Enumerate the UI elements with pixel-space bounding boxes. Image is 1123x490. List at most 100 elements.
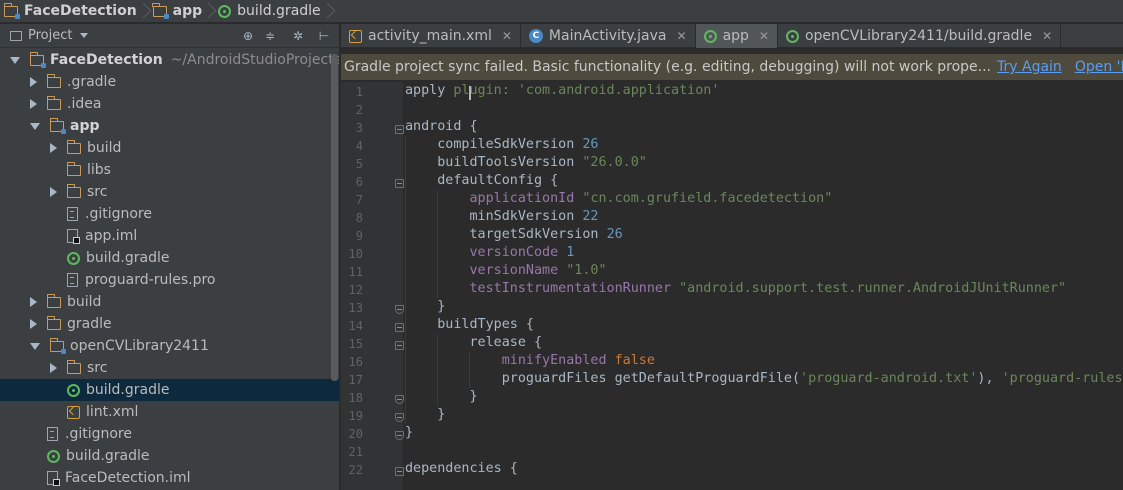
breadcrumb-file[interactable]: build.gradle	[214, 0, 325, 23]
vertical-scrollbar[interactable]	[331, 54, 338, 381]
chevron-right-icon[interactable]	[50, 363, 57, 373]
tree-item-proguard[interactable]: proguard-rules.pro	[0, 269, 339, 291]
tree-item-opencv-src[interactable]: src	[0, 357, 339, 379]
fold-toggle-icon[interactable]	[395, 467, 404, 476]
tab-opencv-build-gradle[interactable]: openCVLibrary2411/build.gradle ✕	[778, 24, 1062, 48]
tab-label: app	[722, 28, 749, 44]
chevron-down-icon[interactable]	[10, 56, 20, 64]
tab-mainactivity-java[interactable]: C MainActivity.java ✕	[521, 24, 696, 48]
tree-item-app-gitignore[interactable]: .gitignore	[0, 203, 339, 225]
open-messages-link[interactable]: Open 'Mes	[1075, 59, 1123, 75]
project-tree: FaceDetection ~/AndroidStudioProjects/F …	[0, 49, 339, 489]
editor-tabs: activity_main.xml ✕ C MainActivity.java …	[341, 24, 1123, 48]
target-icon[interactable]: ⊕	[242, 30, 254, 42]
close-icon[interactable]: ✕	[677, 29, 687, 43]
tree-item-build[interactable]: build	[0, 291, 339, 313]
line-number: 5	[355, 157, 363, 171]
fold-toggle-icon[interactable]	[395, 413, 404, 422]
fold-toggle-icon[interactable]	[395, 305, 404, 314]
close-icon[interactable]: ✕	[1042, 29, 1052, 43]
code-line: proguardFiles getDefaultProguardFile('pr…	[405, 370, 1123, 388]
tree-item-libs[interactable]: libs	[0, 159, 339, 181]
tree-item-opencv[interactable]: openCVLibrary2411	[0, 335, 339, 357]
tab-app[interactable]: app ✕	[695, 24, 778, 48]
breadcrumb-project[interactable]: FaceDetection	[0, 0, 141, 23]
tree-item-facedetection[interactable]: FaceDetection ~/AndroidStudioProjects/F	[0, 49, 339, 71]
code-line: release {	[405, 334, 1123, 352]
code-area[interactable]: apply plugin: 'com.android.application' …	[405, 82, 1123, 478]
fold-toggle-icon[interactable]	[395, 395, 404, 404]
chevron-down-icon[interactable]	[30, 122, 40, 130]
tab-label: openCVLibrary2411/build.gradle	[804, 28, 1033, 44]
code-line: targetSdkVersion 26	[405, 226, 1123, 244]
code-line: android {	[405, 119, 478, 134]
close-icon[interactable]: ✕	[502, 29, 512, 43]
chevron-down-icon[interactable]	[80, 33, 89, 38]
tree-item-gitignore[interactable]: .gitignore	[0, 423, 339, 445]
breadcrumb-module-label: app	[172, 3, 203, 19]
module-folder-icon	[152, 2, 169, 19]
breadcrumb-separator	[206, 0, 214, 23]
line-number: 12	[348, 283, 363, 297]
close-icon[interactable]: ✕	[759, 29, 769, 43]
fold-toggle-icon[interactable]	[395, 431, 404, 440]
tree-item-label: build.gradle	[86, 250, 170, 266]
line-number: 1	[355, 85, 363, 99]
tree-item-app-build-gradle[interactable]: build.gradle	[0, 247, 339, 269]
tree-item-label: app.iml	[85, 228, 138, 244]
text-file-icon	[67, 273, 78, 287]
tree-item-opencv-build-gradle[interactable]: build.gradle	[0, 379, 339, 401]
tree-item-gradle[interactable]: gradle	[0, 313, 339, 335]
editor-gutter: 1 2 3 4 5 6 7 8 9 10 11 12 13 14 15 16 1…	[341, 82, 404, 490]
tree-item-app-src[interactable]: src	[0, 181, 339, 203]
tree-item-facedetection-iml[interactable]: FaceDetection.iml	[0, 467, 339, 489]
gradle-icon	[67, 251, 80, 265]
tree-item-label: FaceDetection.iml	[65, 470, 191, 486]
hide-icon[interactable]: ⊢	[318, 30, 330, 42]
gear-icon[interactable]: ✲	[292, 30, 304, 42]
tab-activity-main-xml[interactable]: activity_main.xml ✕	[341, 24, 521, 48]
text-file-icon	[67, 207, 78, 221]
collapse-all-icon[interactable]: ≑	[264, 30, 276, 42]
tab-label: MainActivity.java	[548, 28, 667, 44]
tree-item-label: gradle	[67, 316, 112, 332]
project-view-selector[interactable]: Project	[28, 28, 72, 43]
code-editor[interactable]: 1 2 3 4 5 6 7 8 9 10 11 12 13 14 15 16 1…	[341, 82, 1123, 490]
folder-icon	[66, 183, 81, 198]
fold-toggle-icon[interactable]	[395, 125, 404, 134]
try-again-link[interactable]: Try Again	[997, 59, 1062, 75]
chevron-right-icon[interactable]	[30, 297, 37, 307]
chevron-right-icon[interactable]	[30, 77, 37, 87]
tree-item-lint-xml[interactable]: lint.xml	[0, 401, 339, 423]
code-line: applicationId "cn.com.grufield.facedetec…	[405, 190, 1123, 208]
breadcrumb-separator	[325, 0, 333, 23]
folder-icon	[66, 139, 81, 154]
tree-item-build-gradle[interactable]: build.gradle	[0, 445, 339, 467]
fold-toggle-icon[interactable]	[395, 179, 404, 188]
folder-icon	[46, 73, 61, 88]
chevron-right-icon[interactable]	[30, 319, 37, 329]
tree-item-app[interactable]: app	[0, 115, 339, 137]
chevron-down-icon[interactable]	[30, 342, 40, 350]
code-line: }	[405, 406, 1123, 424]
tree-item-app-iml[interactable]: app.iml	[0, 225, 339, 247]
fold-toggle-icon[interactable]	[395, 341, 404, 350]
gradle-icon	[785, 29, 799, 43]
tree-item-label: build.gradle	[86, 382, 170, 398]
line-number: 2	[355, 103, 363, 117]
folder-icon	[46, 293, 61, 308]
chevron-right-icon[interactable]	[30, 99, 37, 109]
banner-message: Gradle project sync failed. Basic functi…	[344, 59, 992, 75]
breadcrumb-project-label: FaceDetection	[24, 3, 137, 19]
code-line: buildToolsVersion "26.0.0"	[405, 154, 1123, 172]
chevron-right-icon[interactable]	[50, 143, 57, 153]
tree-item-app-build[interactable]: build	[0, 137, 339, 159]
code-line: }	[405, 298, 1123, 316]
fold-toggle-icon[interactable]	[395, 323, 404, 332]
breadcrumb-file-label: build.gradle	[237, 3, 321, 19]
chevron-right-icon[interactable]	[50, 187, 57, 197]
breadcrumb-module[interactable]: app	[149, 0, 207, 23]
tree-item-idea[interactable]: .idea	[0, 93, 339, 115]
iml-file-icon	[47, 471, 60, 486]
tree-item-gradle-dir[interactable]: .gradle	[0, 71, 339, 93]
